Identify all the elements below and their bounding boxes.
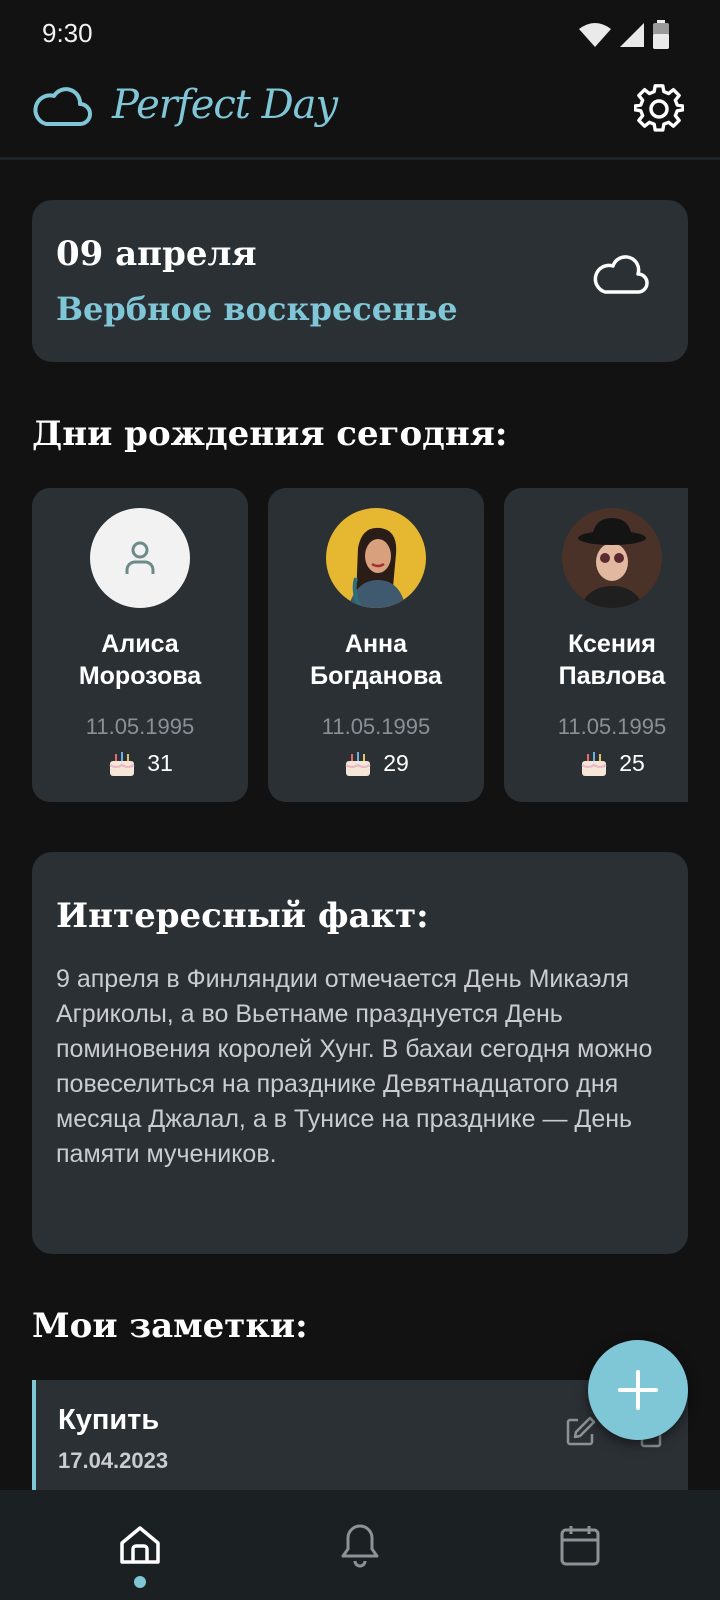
status-time: 9:30 (42, 18, 93, 48)
nav-home[interactable] (20, 1490, 260, 1600)
add-note-button[interactable] (588, 1340, 688, 1440)
status-icons (578, 20, 670, 50)
settings-button[interactable] (632, 82, 686, 136)
fact-card: Интересный факт: 9 апреля в Финляндии от… (32, 852, 688, 1254)
birthday-date: 11.05.1995 (85, 714, 195, 739)
birthday-name: Алиса Морозова (78, 630, 202, 690)
birthday-name: Ксения Павлова (558, 630, 666, 690)
status-bar: 9:30 (0, 0, 720, 70)
birthday-list[interactable]: Алиса Морозова 11.05.1995 31 Анна Богдан… (32, 488, 688, 802)
cake-icon (581, 752, 607, 776)
current-date: 09 апреля (56, 234, 257, 274)
birthday-age: 29 (268, 748, 484, 778)
birthday-name: Анна Богданова (310, 630, 442, 690)
nav-active-indicator (134, 1576, 146, 1588)
avatar (326, 508, 426, 608)
note-title: Купить (58, 1404, 160, 1436)
plus-icon (618, 1370, 658, 1410)
fact-text: 9 апреля в Финляндии отмечается День Мик… (56, 965, 653, 1168)
note-date: 17.04.2023 (58, 1448, 169, 1473)
birthday-card[interactable]: Ксения Павлова 11.05.1995 25 (504, 488, 688, 802)
birthday-age: 25 (504, 748, 688, 778)
birthdays-title: Дни рождения сегодня: (32, 414, 508, 454)
birthday-card[interactable]: Алиса Морозова 11.05.1995 31 (32, 488, 248, 802)
edit-icon[interactable] (564, 1414, 598, 1448)
birthday-age: 31 (32, 748, 248, 778)
app-title: Perfect Day (112, 82, 338, 128)
nav-notifications[interactable] (240, 1490, 480, 1600)
birthday-date: 11.05.1995 (557, 714, 667, 739)
avatar (562, 508, 662, 608)
birthday-card[interactable]: Анна Богданова 11.05.1995 29 (268, 488, 484, 802)
bell-icon (341, 1524, 379, 1568)
cloud-icon (592, 254, 650, 303)
person-icon (125, 541, 155, 574)
avatar (90, 508, 190, 608)
notes-title: Мои заметки: (32, 1306, 308, 1346)
signal-icon (620, 23, 644, 47)
battery-icon (653, 20, 669, 49)
wifi-icon (579, 23, 611, 47)
bottom-nav (0, 1490, 720, 1600)
fact-title: Интересный факт: (56, 896, 429, 936)
date-card: 09 апреля Вербное воскресенье (32, 200, 688, 362)
cake-icon (109, 752, 135, 776)
calendar-icon (560, 1526, 600, 1566)
app-bar: Perfect Day (0, 70, 720, 160)
cake-icon (345, 752, 371, 776)
birthday-date: 11.05.1995 (321, 714, 431, 739)
nav-calendar[interactable] (460, 1490, 700, 1600)
cloud-icon (32, 84, 92, 135)
gear-icon (634, 84, 684, 132)
home-icon (120, 1526, 160, 1564)
holiday-name: Вербное воскресенье (56, 290, 458, 328)
